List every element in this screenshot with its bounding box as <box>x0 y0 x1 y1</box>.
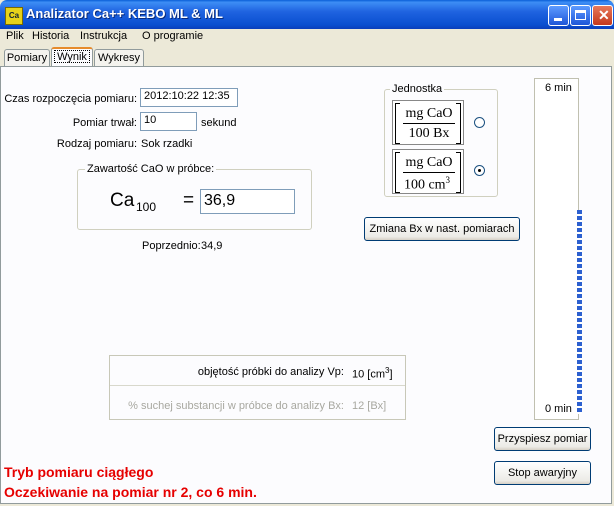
unit-cm3-denominator: 100 cm <box>403 177 446 193</box>
timer-progress-bar <box>577 210 582 414</box>
result-group-title: Zawartość CaO w próbce: <box>85 163 217 175</box>
previous-label: Poprzednio: <box>142 240 201 252</box>
minimize-button[interactable] <box>548 5 569 26</box>
unit-bx-radio[interactable] <box>474 117 485 128</box>
speed-up-button[interactable]: Przyspiesz pomiar <box>494 427 591 451</box>
timer-top-label: 6 min <box>545 82 572 94</box>
menu-o-programie[interactable]: O programie <box>142 30 203 42</box>
duration-unit: sekund <box>201 117 237 129</box>
unit-cm3-radio[interactable] <box>474 165 485 176</box>
bracket-left <box>395 103 400 144</box>
maximize-button[interactable] <box>570 5 591 26</box>
volume-value: 10 [cm <box>352 368 386 381</box>
close-button[interactable]: ✕ <box>592 5 613 26</box>
duration-field[interactable]: 10 <box>140 112 197 131</box>
timer-bottom-label: 0 min <box>545 403 572 415</box>
tab-wykresy[interactable]: Wykresy <box>94 49 144 66</box>
minimize-icon <box>554 18 562 21</box>
start-time-label: Czas rozpoczęcia pomiaru: <box>4 93 137 105</box>
status-mode: Tryb pomiaru ciągłego <box>4 464 154 480</box>
tab-pomiary[interactable]: Pomiary <box>4 49 50 66</box>
unit-bx-denominator: 100 Bx <box>408 126 450 141</box>
measurement-type-label: Rodzaj pomiaru: <box>56 138 137 150</box>
menu-instrukcja[interactable]: Instrukcja <box>80 30 127 42</box>
result-value-field[interactable]: 36,9 <box>200 189 295 214</box>
volume-value-wrap: 10 [cm3] <box>352 366 393 381</box>
unit-group-title: Jednostka <box>390 83 445 95</box>
timer-progress-box <box>534 78 579 420</box>
divider <box>110 385 405 386</box>
start-time-field[interactable]: 2012:10:22 12:35 <box>140 88 238 107</box>
close-icon: ✕ <box>598 7 610 23</box>
dry-substance-label: % suchej substancji w próbce do analizy … <box>128 400 344 412</box>
status-waiting: Oczekiwanie na pomiar nr 2, co 6 min. <box>4 484 257 500</box>
previous-value: 34,9 <box>201 240 223 252</box>
change-bx-button[interactable]: Zmiana Bx w nast. pomiarach <box>364 217 520 241</box>
menu-bar: Plik Historia Instrukcja O programie <box>0 29 614 46</box>
volume-label: objętość próbki do analizy Vp: <box>197 366 344 378</box>
volume-close: ] <box>389 368 393 381</box>
tab-wynik[interactable]: Wynik <box>51 47 93 66</box>
unit-cm3-denominator-wrap: 100 cm3 <box>399 175 455 194</box>
fraction-line <box>403 123 455 124</box>
radio-selected-dot <box>478 169 481 172</box>
unit-option-cm3-box: mg CaO 100 cm3 <box>392 149 464 194</box>
unit-option-bx-box: mg CaO 100 Bx <box>392 100 464 145</box>
maximize-icon <box>575 10 586 20</box>
ca-symbol: Ca <box>110 190 135 211</box>
app-icon: Ca <box>5 7 23 25</box>
emergency-stop-button[interactable]: Stop awaryjny <box>494 461 591 485</box>
window-title: Analizator Ca++ KEBO ML & ML <box>26 6 223 21</box>
ca-subscript: 100 <box>136 200 157 214</box>
equals-sign: = <box>183 190 195 211</box>
dry-substance-value: 12 [Bx] <box>352 400 387 412</box>
duration-label: Pomiar trwał: <box>72 117 137 129</box>
menu-plik[interactable]: Plik <box>6 30 24 42</box>
title-bar[interactable]: Ca Analizator Ca++ KEBO ML & ML ✕ <box>0 0 614 29</box>
fraction-line <box>403 172 455 173</box>
unit-cm3-numerator: mg CaO <box>405 155 453 170</box>
unit-bx-numerator: mg CaO <box>405 106 453 121</box>
menu-historia[interactable]: Historia <box>32 30 69 42</box>
measurement-type-value: Sok rzadki <box>141 138 193 150</box>
unit-cm3-sup: 3 <box>445 175 451 185</box>
